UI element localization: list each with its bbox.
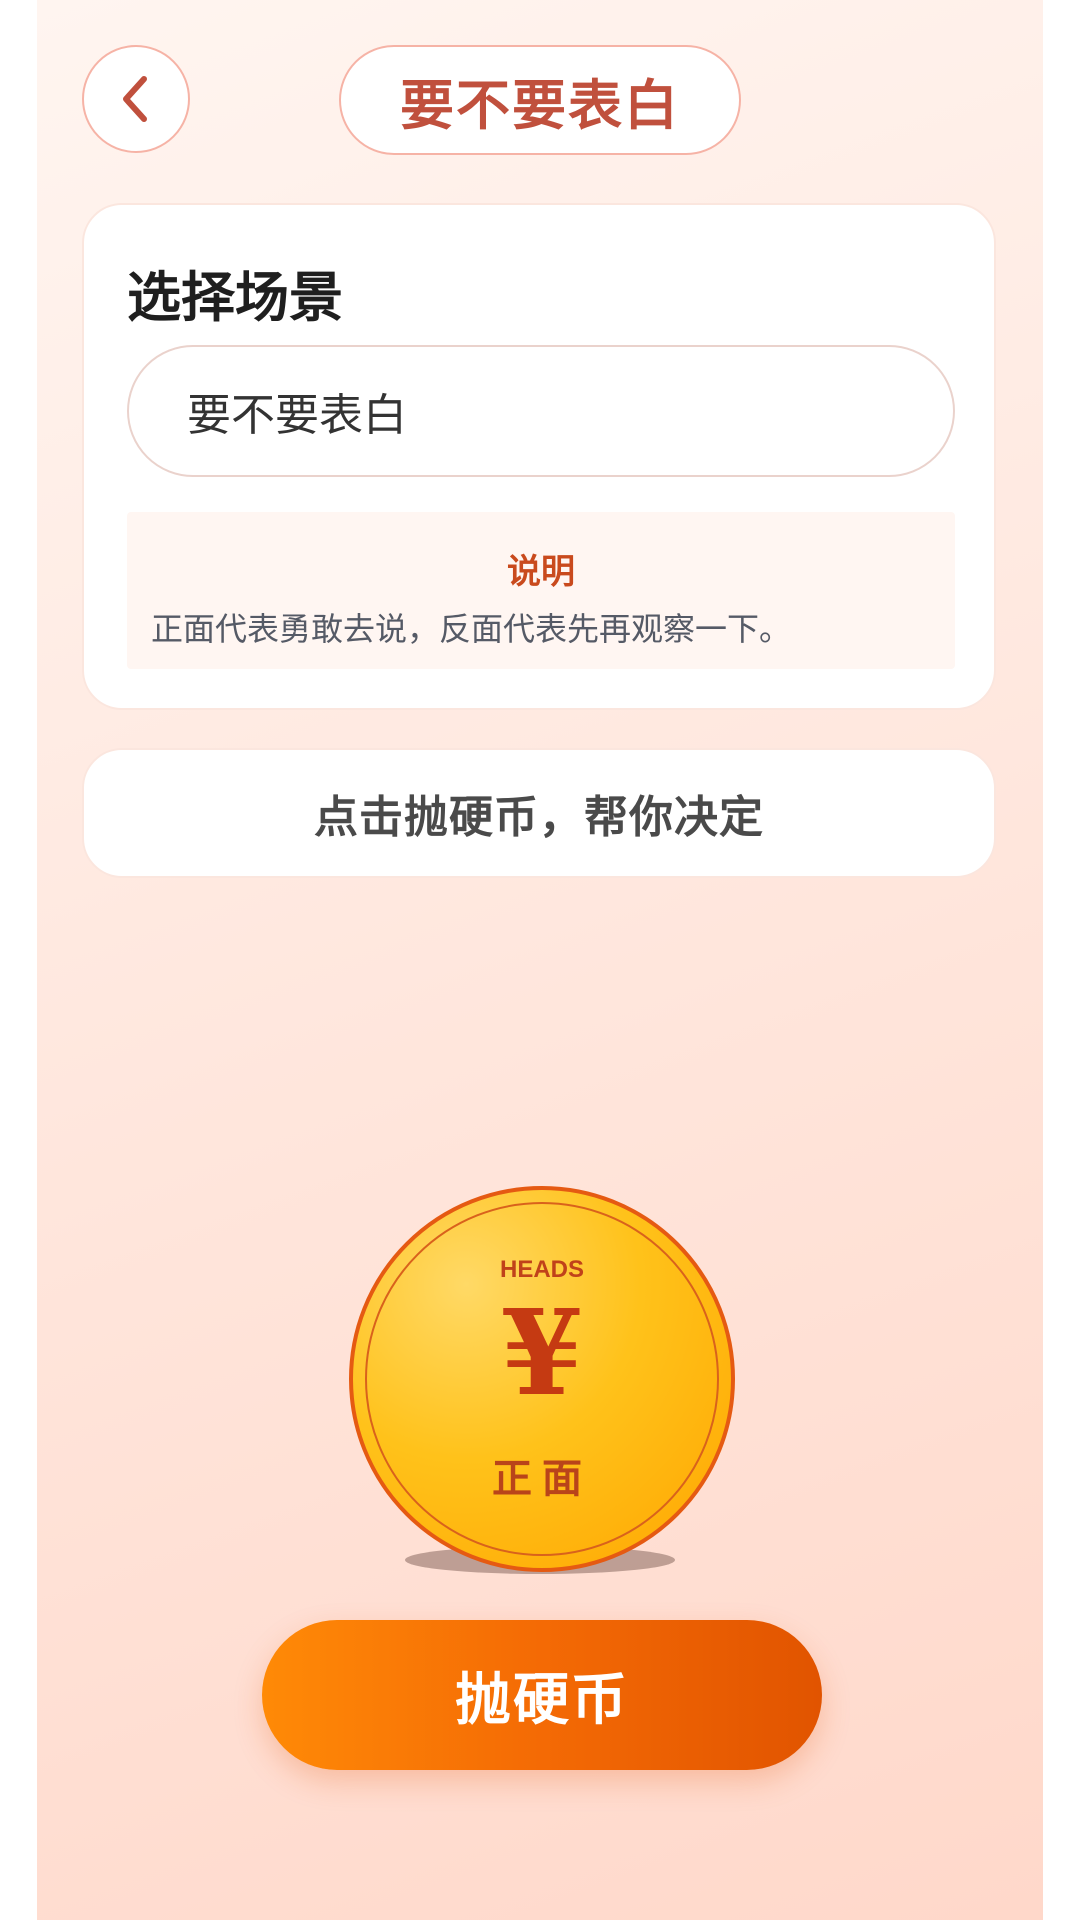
app-screen: 要不要表白 选择场景 说明 正面代表勇敢去说，反面代表先再观察一下。 点击抛硬币… [37, 0, 1043, 1920]
yuan-icon: ¥ [500, 1283, 584, 1422]
flip-coin-button[interactable]: 抛硬币 [262, 1620, 822, 1770]
coin-heads-label: HEADS [499, 1256, 584, 1283]
page-title: 要不要表白 [339, 45, 741, 155]
description-box: 说明 正面代表勇敢去说，反面代表先再观察一下。 [127, 512, 955, 669]
hint-banner: 点击抛硬币，帮你决定 [82, 748, 996, 878]
scene-input[interactable] [127, 345, 955, 477]
description-title: 说明 [507, 552, 575, 592]
back-button[interactable] [82, 45, 190, 153]
chevron-left-icon [123, 76, 147, 122]
scene-card: 选择场景 说明 正面代表勇敢去说，反面代表先再观察一下。 [82, 203, 996, 710]
coin[interactable]: HEADS ¥ 正面 [349, 1186, 735, 1572]
description-text: 正面代表勇敢去说，反面代表先再观察一下。 [151, 610, 792, 648]
coin-face-label: 正面 [492, 1456, 592, 1502]
scene-heading: 选择场景 [127, 266, 343, 329]
